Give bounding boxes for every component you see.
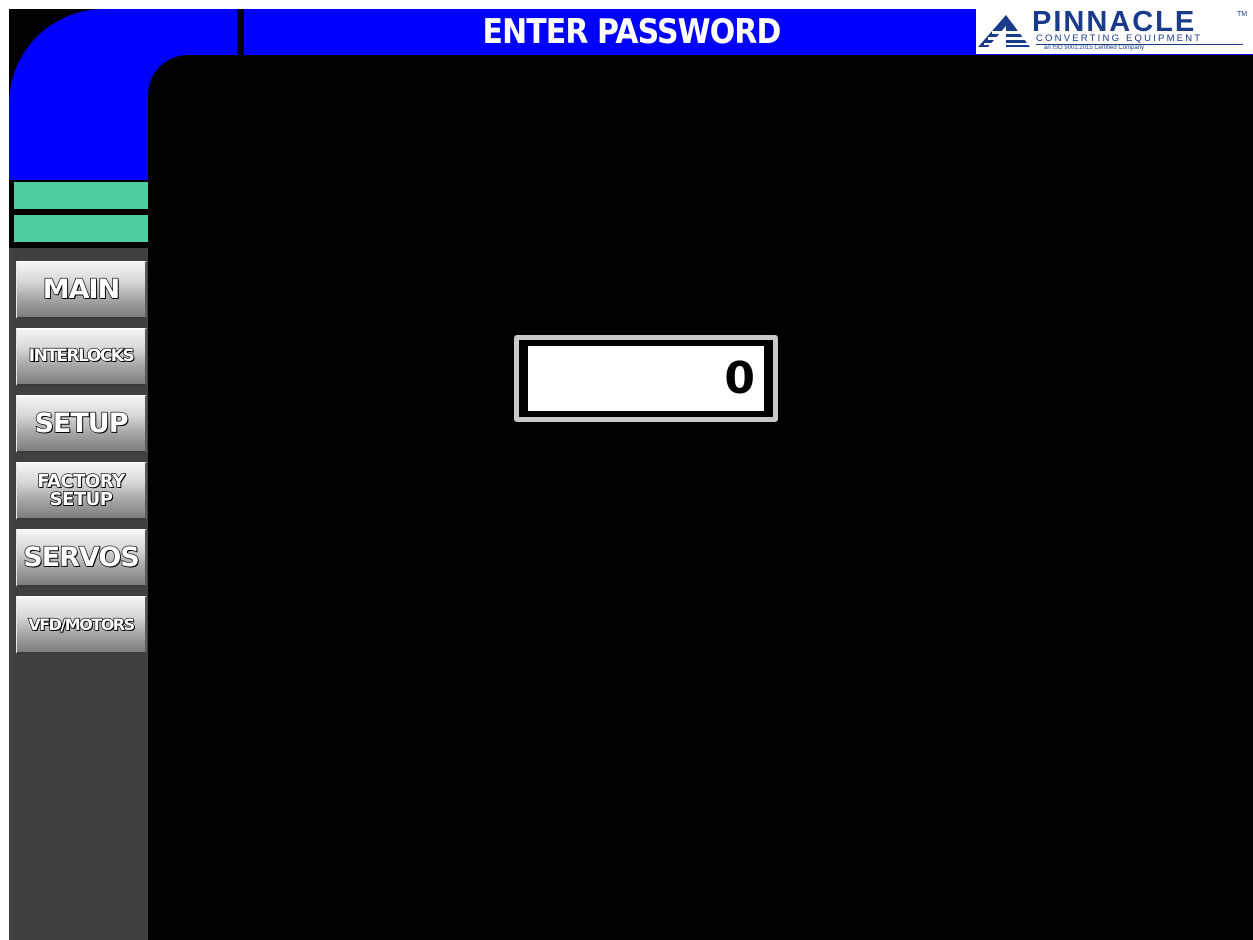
frame-elbow-cutout	[148, 55, 237, 180]
status-bar-1	[14, 182, 148, 209]
vfd-motors-button[interactable]: VFD/MOTORS	[16, 596, 147, 654]
vfd-motors-button-label: VFD/MOTORS	[28, 614, 136, 634]
factory-setup-button-label: FACTORY SETUP	[37, 470, 126, 510]
factory-setup-button[interactable]: FACTORY SETUP	[16, 462, 147, 520]
main-button[interactable]: MAIN	[16, 261, 147, 319]
interlocks-button-label: INTERLOCKS	[28, 346, 135, 366]
pinnacle-mountain-icon	[978, 15, 1030, 47]
logo-certification: an ISO 9001:2015 Certified Company	[1044, 45, 1145, 51]
servos-button-label: SERVOS	[23, 542, 141, 573]
password-entry-frame: 0	[514, 335, 778, 422]
setup-button[interactable]: SETUP	[16, 395, 147, 453]
logo-subtitle: CONVERTING EQUIPMENT	[1036, 33, 1203, 44]
password-input[interactable]: 0	[528, 346, 764, 411]
interlocks-button[interactable]: INTERLOCKS	[16, 328, 147, 386]
setup-button-label: SETUP	[34, 408, 129, 439]
page-title: ENTER PASSWORD	[482, 12, 782, 52]
company-logo: PINNACLE TM CONVERTING EQUIPMENT an ISO …	[976, 9, 1253, 54]
logo-trademark: TM	[1237, 11, 1248, 18]
main-button-label: MAIN	[42, 274, 121, 305]
servos-button[interactable]: SERVOS	[16, 529, 147, 587]
hmi-screen: ENTER PASSWORD PINNACLE TM CONVERTING EQ…	[9, 9, 1253, 940]
status-bar-2	[14, 215, 148, 242]
